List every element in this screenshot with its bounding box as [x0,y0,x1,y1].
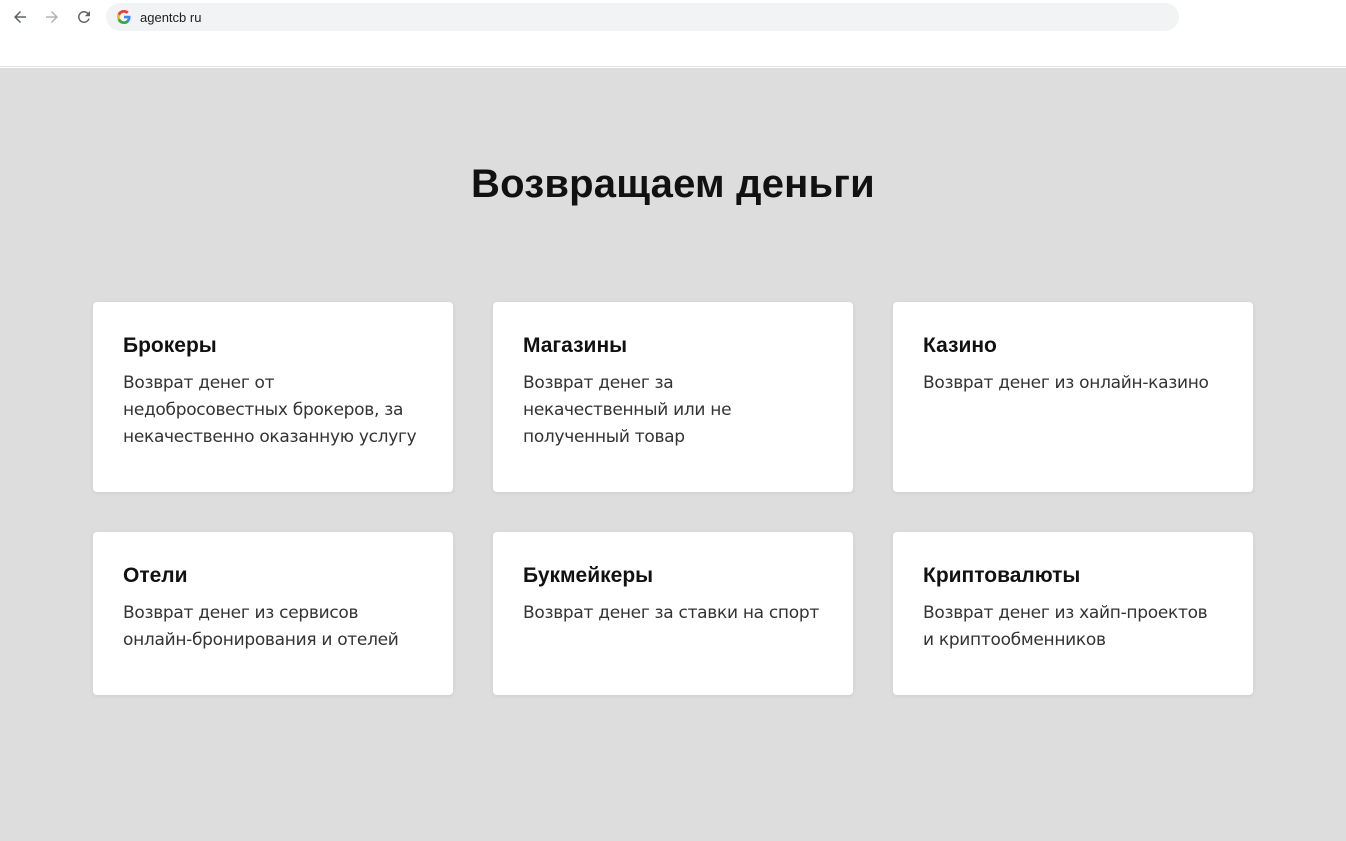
card-casino[interactable]: Казино Возврат денег из онлайн-казино [893,302,1253,492]
page-content: Возвращаем деньги Брокеры Возврат денег … [0,68,1346,841]
card-description: Возврат денег из сервисов онлайн-брониро… [123,603,399,650]
reload-icon[interactable] [72,5,96,29]
card-title: Казино [923,334,997,357]
page-title: Возвращаем деньги [471,162,875,206]
url-text: agentcb ru [140,9,202,25]
card-hotels[interactable]: Отели Возврат денег из сервисов онлайн-б… [93,532,453,695]
address-bar[interactable]: agentcb ru [106,3,1179,31]
card-title: Брокеры [123,334,217,357]
card-crypto[interactable]: Криптовалюты Возврат денег из хайп-проек… [893,532,1253,695]
card-title: Отели [123,564,188,587]
card-description: Возврат денег из онлайн-казино [923,373,1209,393]
card-description: Возврат денег за ставки на спорт [523,603,819,623]
card-title: Букмейкеры [523,564,654,587]
card-brokers[interactable]: Брокеры Возврат денег от недобросовестны… [93,302,453,492]
card-title: Криптовалюты [923,564,1081,587]
card-title: Магазины [523,334,628,357]
google-icon [116,9,132,25]
card-description: Возврат денег из хайп-проектов и криптоо… [923,603,1208,650]
forward-arrow-icon[interactable] [40,5,64,29]
back-arrow-icon[interactable] [8,5,32,29]
browser-toolbar: agentcb ru [0,0,1346,67]
card-bookmakers[interactable]: Букмейкеры Возврат денег за ставки на сп… [493,532,853,695]
card-shops[interactable]: Магазины Возврат денег за некачественный… [493,302,853,492]
card-description: Возврат денег от недобросовестных брокер… [123,373,417,447]
card-description: Возврат денег за некачественный или не п… [523,373,732,447]
